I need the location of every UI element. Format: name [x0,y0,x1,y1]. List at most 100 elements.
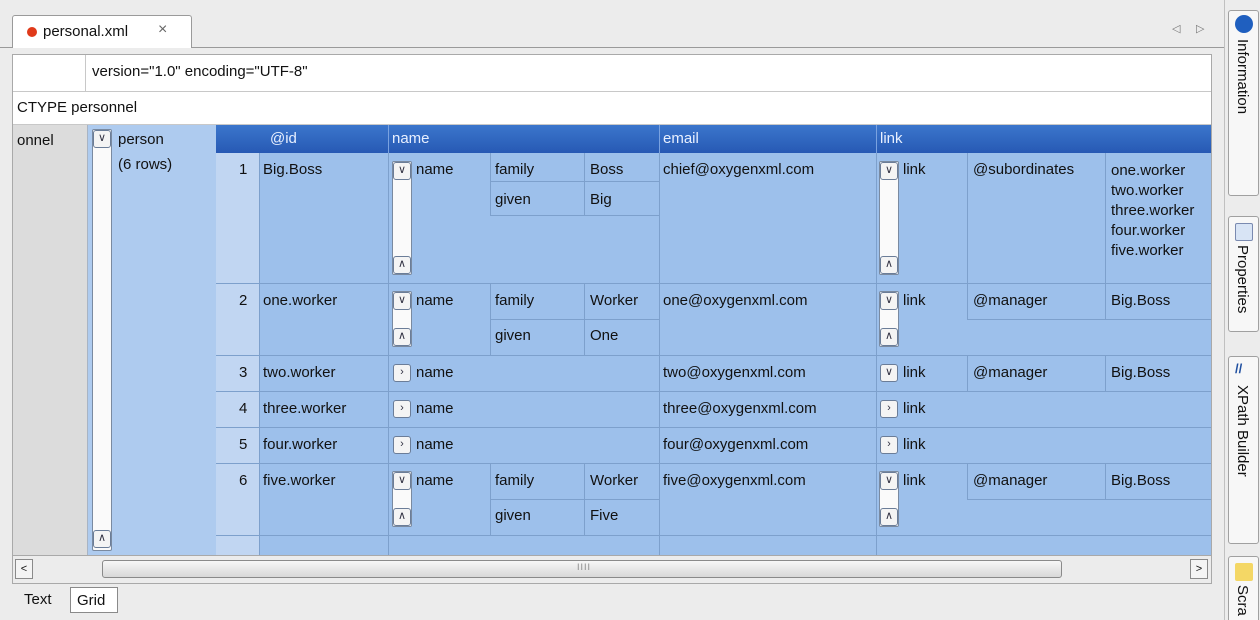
link-value[interactable]: Big.Boss [1111,364,1170,381]
row-number: 2 [239,292,248,309]
id-cell[interactable]: five.worker [263,472,336,489]
chevron-down-icon[interactable]: ∨ [393,292,411,310]
column-header-id[interactable]: @id [270,130,297,147]
scratch-icon [1235,563,1253,581]
chevron-up-icon[interactable]: ∧ [393,328,411,346]
chevron-up-icon[interactable]: ∧ [880,508,898,526]
person-group: ∨ ∧ person (6 rows) [88,125,216,555]
side-tab-label: Information [1234,39,1251,115]
email-cell[interactable]: four@oxygenxml.com [663,436,808,453]
chevron-up-icon[interactable]: ∧ [93,530,111,548]
name-label: name [416,292,454,309]
given-label: given [495,327,531,344]
id-cell[interactable]: four.worker [263,436,337,453]
chevron-up-icon[interactable]: ∧ [393,256,411,274]
row-number: 3 [239,364,248,381]
tab-scroll-left-icon[interactable]: ◁ [1172,22,1180,35]
chevron-down-icon[interactable]: ∨ [393,472,411,490]
name-label: name [416,436,454,453]
link-value[interactable]: one.worker [1111,161,1185,181]
person-row-count: (6 rows) [118,156,173,173]
id-cell[interactable]: three.worker [263,400,346,417]
personnel-table: onnel ∨ ∧ person (6 rows) @id name email… [13,125,1211,555]
horizontal-scrollbar[interactable]: < IIII > [12,556,1212,584]
modified-dot-icon [27,27,37,37]
doctype-text: CTYPE personnel [17,99,138,116]
name-label: name [416,364,454,381]
person-label: person [118,131,164,148]
id-cell[interactable]: two.worker [263,364,336,381]
family-value[interactable]: Worker [590,292,638,309]
row-number: 1 [239,161,248,178]
link-label: link [903,400,926,417]
row-handle[interactable] [13,55,86,91]
email-cell[interactable]: chief@oxygenxml.com [663,161,814,178]
chevron-up-icon[interactable]: ∧ [880,256,898,274]
chevron-down-icon[interactable]: ∨ [880,472,898,490]
scroll-left-icon[interactable]: < [15,559,33,579]
given-value[interactable]: Big [590,191,612,208]
tab-text-mode[interactable]: Text [12,587,68,613]
chevron-right-icon[interactable]: › [393,400,411,418]
link-value[interactable]: four.worker [1111,221,1185,241]
given-value[interactable]: One [590,327,618,344]
tab-personal-xml[interactable]: personal.xml × [12,15,192,48]
chevron-up-icon[interactable]: ∧ [880,328,898,346]
email-cell[interactable]: three@oxygenxml.com [663,400,817,417]
link-label: link [903,436,926,453]
chevron-down-icon[interactable]: ∨ [880,292,898,310]
doctype-row[interactable]: CTYPE personnel [13,92,1211,125]
id-cell[interactable]: one.worker [263,292,337,309]
close-icon[interactable]: × [158,21,167,39]
tab-grid-mode[interactable]: Grid [70,587,118,613]
link-attribute-label: @manager [973,472,1048,489]
email-cell[interactable]: one@oxygenxml.com [663,292,807,309]
chevron-right-icon[interactable]: › [393,436,411,454]
chevron-down-icon[interactable]: ∨ [93,130,111,148]
side-view-bar: Information Properties // XPath Builder … [1224,0,1260,620]
column-header-name[interactable]: name [392,130,430,147]
root-element-cell[interactable]: onnel [13,125,88,555]
given-value[interactable]: Five [590,507,618,524]
family-label: family [495,161,535,178]
chevron-right-icon[interactable]: › [880,436,898,454]
link-value[interactable]: five.worker [1111,241,1184,261]
link-value[interactable]: three.worker [1111,201,1194,221]
given-label: given [495,191,531,208]
chevron-down-icon[interactable]: ∨ [393,162,411,180]
tab-scroll-right-icon[interactable]: ▷ [1196,22,1204,35]
chevron-up-icon[interactable]: ∧ [393,508,411,526]
id-cell[interactable]: Big.Boss [263,161,322,178]
chevron-right-icon[interactable]: › [393,364,411,382]
side-tab-xpath-builder[interactable]: // XPath Builder [1228,356,1259,544]
scroll-right-icon[interactable]: > [1190,559,1208,579]
name-label: name [416,161,454,178]
family-value[interactable]: Boss [590,161,623,178]
family-value[interactable]: Worker [590,472,638,489]
email-cell[interactable]: five@oxygenxml.com [663,472,806,489]
scrollbar-thumb[interactable]: IIII [102,560,1062,578]
link-value[interactable]: Big.Boss [1111,292,1170,309]
side-tab-information[interactable]: Information [1228,10,1259,196]
link-value[interactable]: Big.Boss [1111,472,1170,489]
side-tab-properties[interactable]: Properties [1228,216,1259,332]
chevron-down-icon[interactable]: ∨ [880,364,898,382]
tab-label: personal.xml [43,23,129,40]
column-header-email[interactable]: email [663,130,699,147]
column-header-link[interactable]: link [880,130,903,147]
link-attribute-label: @subordinates [973,161,1075,178]
xml-declaration-row[interactable]: version="1.0" encoding="UTF-8" [13,55,1211,92]
side-tab-scratch[interactable]: Scra [1228,556,1259,620]
person-collapse-bar[interactable] [92,129,112,551]
link-label: link [903,161,926,178]
information-icon [1235,15,1253,33]
properties-icon [1235,223,1253,241]
link-value[interactable]: two.worker [1111,181,1184,201]
chevron-down-icon[interactable]: ∨ [880,162,898,180]
editor-tab-bar: personal.xml × ◁ ▷ [0,0,1224,48]
side-tab-label: Scra [1234,585,1251,616]
chevron-right-icon[interactable]: › [880,400,898,418]
email-cell[interactable]: two@oxygenxml.com [663,364,806,381]
given-label: given [495,507,531,524]
name-label: name [416,400,454,417]
